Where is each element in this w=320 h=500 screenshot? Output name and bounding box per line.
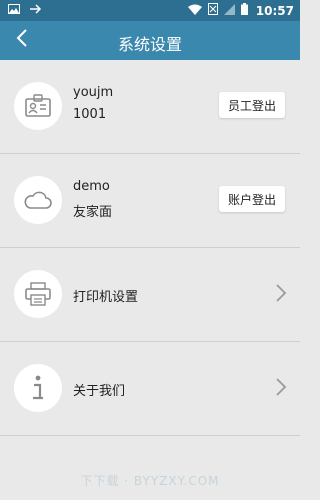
app-bar: 系统设置 [0,21,300,60]
page-title: 系统设置 [117,35,182,54]
printer-settings-label: 打印机设置 [73,290,139,305]
watermark: 下下载 · BYYZXY.COM [80,474,220,488]
about-us-label: 关于我们 [73,384,126,399]
sim-off-icon [207,3,218,18]
wifi-icon [187,4,202,18]
account-logout-button[interactable]: 账户登出 [219,186,285,212]
chevron-right-icon [274,376,288,398]
account-company: 友家面 [73,205,113,220]
employee-id: 1001 [73,107,107,122]
status-bar: 10:57 [0,0,300,21]
employee-name: youjm [73,85,114,100]
cloud-icon [14,176,62,224]
account-row: demo 友家面 账户登出 [0,154,300,248]
account-name: demo [73,179,110,194]
employee-card-icon [14,82,62,130]
chevron-right-icon [274,282,288,304]
about-us-row[interactable]: 关于我们 [0,342,300,436]
printer-settings-row[interactable]: 打印机设置 [0,248,300,342]
employee-logout-button[interactable]: 员工登出 [219,92,285,118]
employee-row: youjm 1001 员工登出 [0,60,300,154]
info-icon [14,364,62,412]
clock: 10:57 [255,3,294,18]
usb-icon [28,3,42,18]
image-icon [8,4,20,17]
battery-icon [240,3,248,18]
printer-icon [14,270,62,318]
settings-list: youjm 1001 员工登出 demo 友家面 账户登出 打印机设置 关于我们 [0,60,300,436]
signal-icon [223,3,235,18]
